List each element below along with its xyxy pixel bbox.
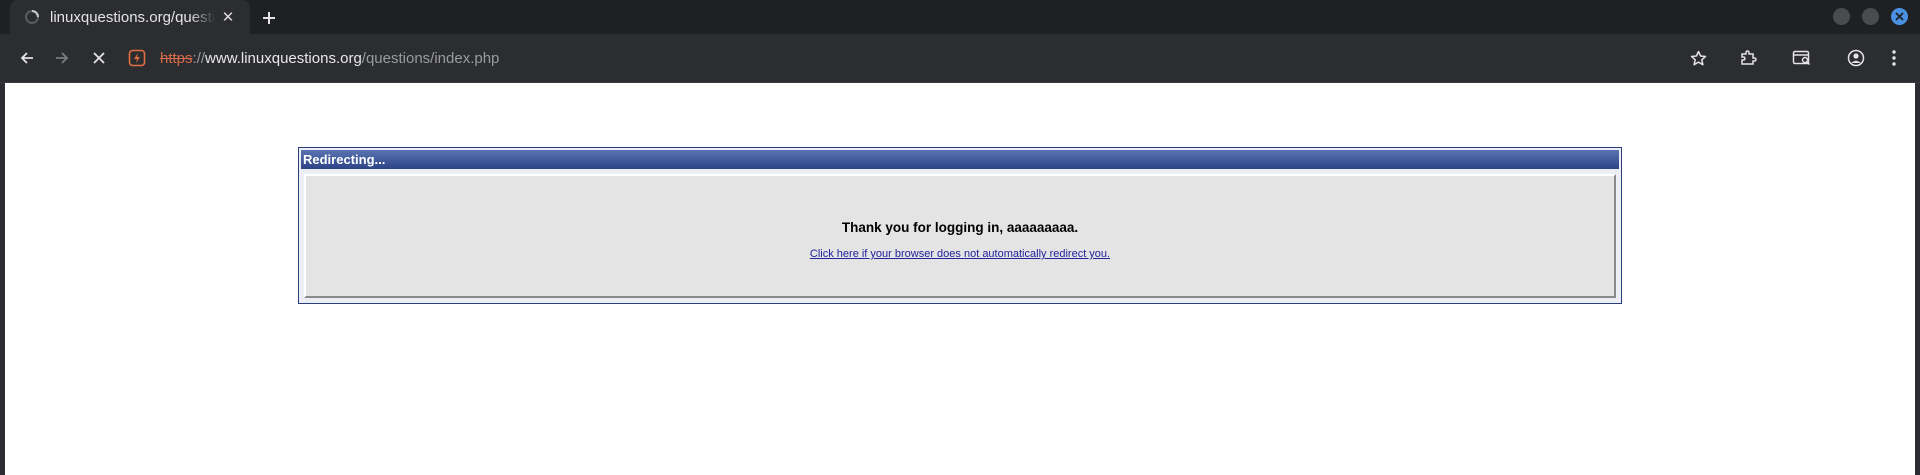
url-host: www.linuxquestions.org	[205, 49, 362, 67]
profile-icon	[1847, 49, 1865, 67]
tab-search-icon	[1792, 50, 1811, 66]
minimize-window-button[interactable]	[1833, 8, 1850, 25]
bookmark-button[interactable]	[1686, 46, 1710, 70]
stop-loading-button[interactable]	[87, 46, 111, 70]
url-separator: ://	[192, 49, 206, 67]
url-text[interactable]: https://www.linuxquestions.org/questions…	[160, 50, 499, 67]
redirect-link[interactable]: Click here if your browser does not auto…	[810, 248, 1110, 260]
tab-strip: linuxquestions.org/questions/index.php ✕	[0, 0, 1920, 34]
panel-body: Thank you for logging in, aaaaaaaaa. Cli…	[304, 174, 1616, 298]
puzzle-icon	[1741, 50, 1757, 65]
address-bar[interactable]: https://www.linuxquestions.org/questions…	[128, 42, 1668, 74]
tab-close-icon[interactable]: ✕	[218, 7, 238, 27]
arrow-right-icon	[56, 52, 69, 64]
close-icon	[1895, 12, 1904, 21]
not-secure-warning-icon[interactable]	[128, 49, 146, 67]
forward-button[interactable]	[50, 46, 74, 70]
url-scheme: https	[160, 49, 193, 67]
new-tab-button[interactable]	[256, 5, 282, 31]
back-button[interactable]	[15, 46, 39, 70]
arrow-left-icon	[20, 52, 33, 64]
profile-button[interactable]	[1844, 46, 1868, 70]
kebab-menu-icon	[1892, 50, 1896, 66]
close-window-button[interactable]	[1891, 8, 1908, 25]
window-frame-left	[0, 83, 5, 475]
close-icon	[93, 52, 105, 64]
maximize-window-button[interactable]	[1862, 8, 1879, 25]
star-icon	[1690, 50, 1706, 65]
window-frame-right	[1915, 83, 1920, 475]
menu-button[interactable]	[1882, 46, 1906, 70]
panel-title: Redirecting...	[301, 150, 1619, 169]
redirect-panel: Redirecting... Thank you for logging in,…	[298, 147, 1622, 304]
plus-icon	[263, 12, 275, 24]
extensions-button[interactable]	[1736, 46, 1760, 70]
loading-spinner-icon	[24, 9, 40, 25]
browser-tab[interactable]: linuxquestions.org/questions/index.php ✕	[10, 0, 250, 34]
login-message: Thank you for logging in, aaaaaaaaa.	[841, 220, 1079, 235]
tab-title: linuxquestions.org/questions/index.php	[50, 8, 215, 26]
tab-search-button[interactable]	[1790, 46, 1814, 70]
browser-toolbar: https://www.linuxquestions.org/questions…	[0, 34, 1920, 83]
url-path: /questions/index.php	[361, 49, 500, 67]
